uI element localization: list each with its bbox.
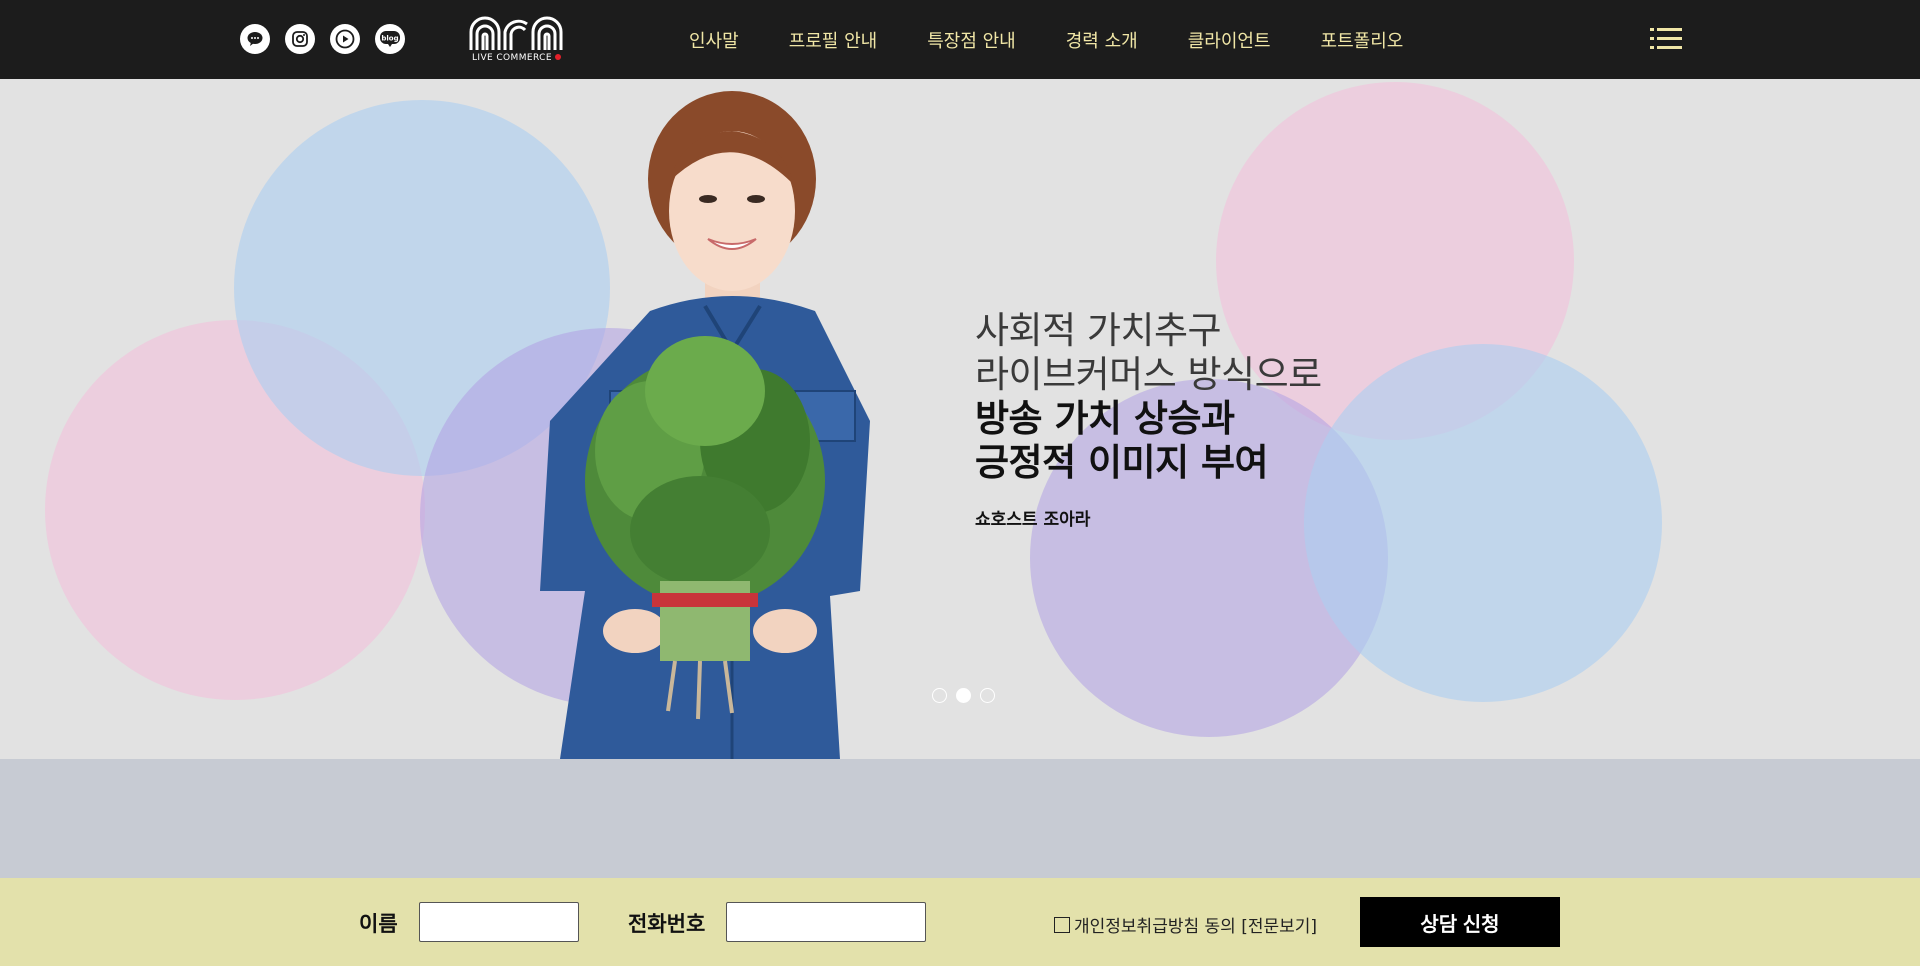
nav-item-greeting[interactable]: 인사말 <box>664 27 764 53</box>
slide-dot-2[interactable] <box>956 688 971 703</box>
privacy-checkbox[interactable] <box>1054 916 1070 933</box>
submit-consultation-button[interactable]: 상담 신청 <box>1360 897 1560 947</box>
slide-dot-1[interactable] <box>932 688 947 703</box>
nav-item-clients[interactable]: 클라이언트 <box>1163 27 1296 53</box>
privacy-agreement-label[interactable]: 개인정보취급방침 동의 [전문보기] <box>1074 912 1317 937</box>
consultation-form: 이름 전화번호 개인정보취급방침 동의 [전문보기] 상담 신청 <box>0 878 1920 966</box>
page: blog ara <box>0 0 1920 966</box>
nav-item-career[interactable]: 경력 소개 <box>1041 27 1163 53</box>
instagram-icon[interactable] <box>285 24 315 54</box>
phone-input[interactable] <box>726 902 926 942</box>
hamburger-menu-icon[interactable] <box>1650 26 1682 52</box>
blog-icon[interactable]: blog <box>375 24 405 54</box>
name-label: 이름 <box>359 912 398 936</box>
red-dot-icon <box>554 54 561 60</box>
social-links: blog <box>240 24 405 54</box>
hero-banner: 사회적 가치추구 라이브커머스 방식으로 방송 가치 상승과 긍정적 이미지 부… <box>0 79 1920 759</box>
site-header: blog ara <box>0 0 1920 79</box>
hero-line-2: 라이브커머스 방식으로 <box>975 353 1322 396</box>
name-input[interactable] <box>419 902 579 942</box>
slide-dot-3[interactable] <box>980 688 995 703</box>
kakaotalk-icon[interactable] <box>240 24 270 54</box>
youtube-icon[interactable] <box>330 24 360 54</box>
slide-pagination <box>932 688 995 703</box>
show-host-photo <box>500 91 980 759</box>
logo-subtitle-text: LIVE COMMERCE <box>472 53 552 63</box>
hero-line-3: 방송 가치 상승과 <box>975 397 1235 440</box>
hero-line-4: 긍정적 이미지 부여 <box>975 441 1269 484</box>
nav-item-features[interactable]: 특장점 안내 <box>902 27 1041 53</box>
phone-label: 전화번호 <box>628 912 706 936</box>
nav-item-profile[interactable]: 프로필 안내 <box>764 27 903 53</box>
logo-subtitle: LIVE COMMERCE <box>472 53 561 63</box>
hero-headline: 사회적 가치추구 라이브커머스 방식으로 방송 가치 상승과 긍정적 이미지 부… <box>975 309 1322 530</box>
host-name: 쇼호스트 조아라 <box>975 510 1091 530</box>
deco-circle <box>1304 344 1662 702</box>
nav-item-portfolio[interactable]: 포트폴리오 <box>1296 27 1429 53</box>
privacy-agreement[interactable]: 개인정보취급방침 동의 [전문보기] <box>1054 912 1317 937</box>
main-nav: 인사말 프로필 안내 특장점 안내 경력 소개 클라이언트 포트폴리오 <box>664 0 1428 79</box>
hero-line-1: 사회적 가치추구 <box>975 309 1222 352</box>
blog-icon-text: blog <box>381 35 398 43</box>
